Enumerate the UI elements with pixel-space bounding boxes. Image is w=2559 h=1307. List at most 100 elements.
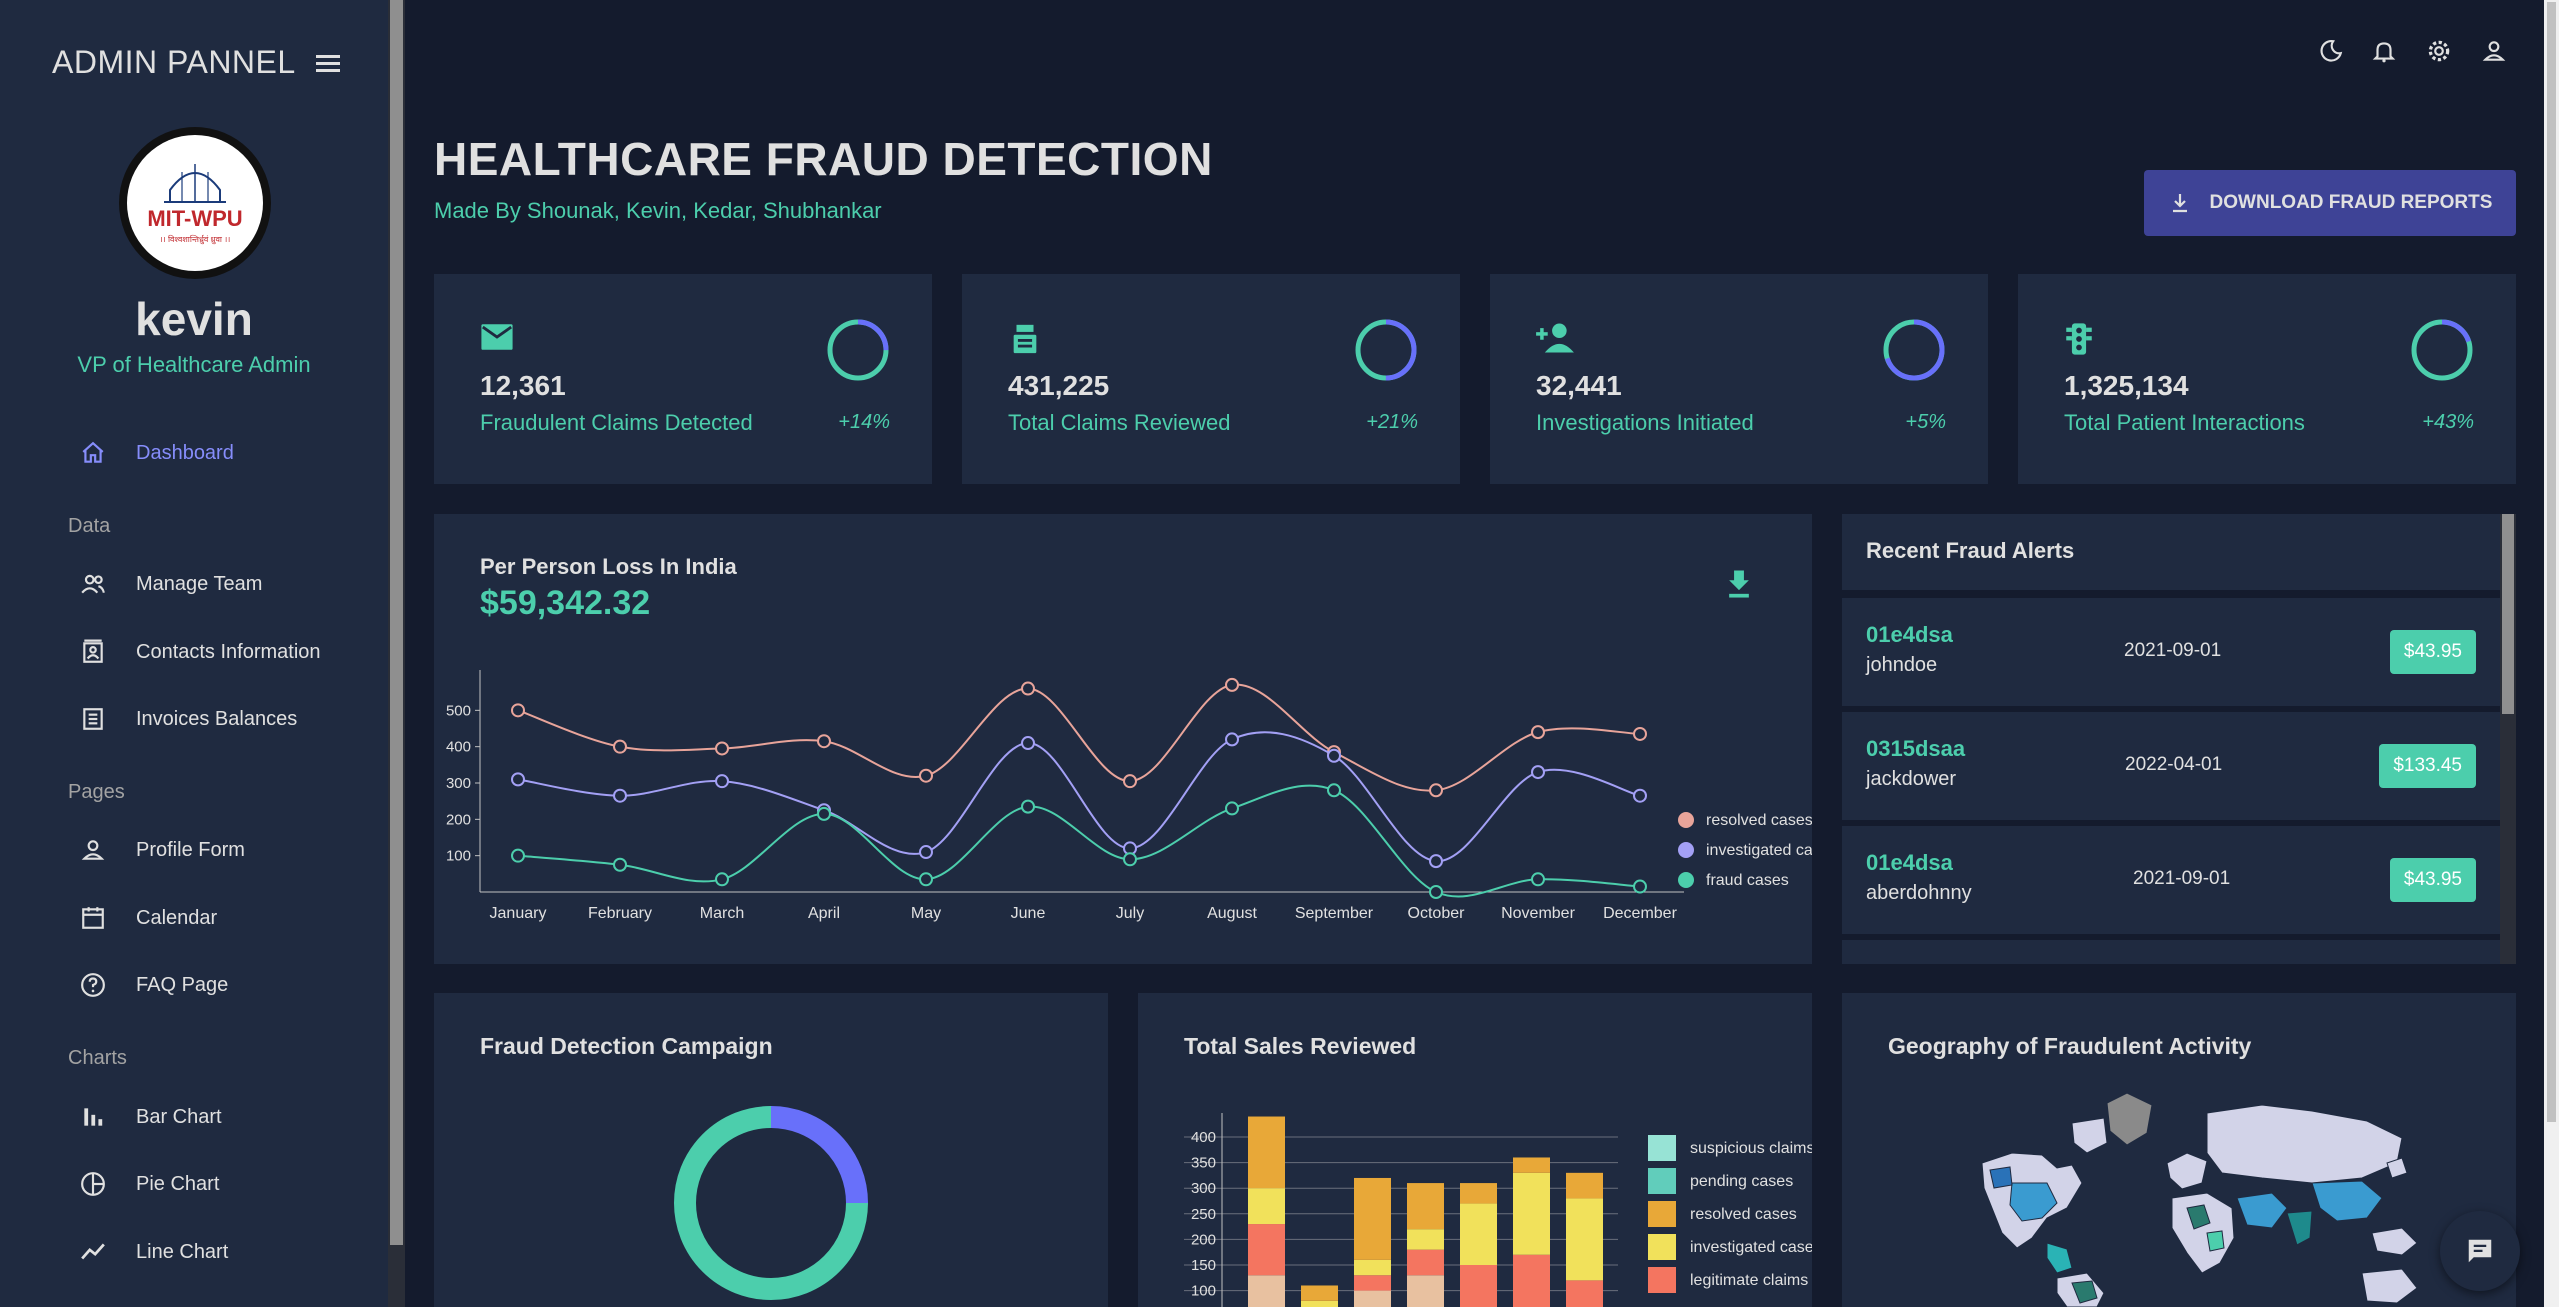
stat-label: Fraudulent Claims Detected	[480, 410, 753, 435]
y-tick-label: 100	[1191, 1283, 1216, 1300]
alert-row	[1842, 940, 2500, 964]
legend-label: investigated cases	[1706, 842, 1812, 859]
stat-increase: +43%	[2422, 411, 2474, 433]
progress-circle	[1355, 319, 1417, 381]
data-point	[817, 806, 831, 821]
chat-icon	[2468, 1239, 2492, 1263]
data-point	[511, 703, 525, 718]
help-icon	[78, 970, 108, 1000]
map-region-china	[2311, 1180, 2383, 1222]
data-point	[715, 872, 729, 887]
stat-value: 32,441	[1536, 370, 1622, 401]
settings-icon[interactable]	[2423, 35, 2455, 67]
sidebar-item-label: Contacts Information	[136, 640, 321, 663]
x-tick-label: January	[490, 905, 547, 922]
legend-label: resolved cases	[1690, 1206, 1797, 1223]
notifications-icon[interactable]	[2368, 35, 2400, 67]
sidebar-item-contacts[interactable]: Contacts Information	[78, 637, 321, 667]
y-tick-label: 100	[446, 848, 471, 865]
alert-user: johndoe	[1866, 654, 1938, 676]
sidebar-item-dashboard[interactable]: Dashboard	[78, 438, 234, 468]
bar-segment	[1354, 1275, 1391, 1291]
bar-segment	[1248, 1116, 1285, 1189]
alert-user: jackdower	[1866, 768, 1957, 790]
stat-card-patient-interactions: 1,325,134 Total Patient Interactions +43…	[2018, 274, 2516, 484]
profile-icon[interactable]	[2478, 35, 2510, 67]
bar-segment	[1407, 1229, 1444, 1250]
bar-segment	[1248, 1188, 1285, 1225]
contacts-icon	[78, 637, 108, 667]
campaign-panel: Fraud Detection Campaign	[434, 993, 1108, 1307]
data-point	[1123, 774, 1137, 789]
logo: MIT-WPU ।। विश्वशान्तिर्ध्रुवं ध्रुवा ।।	[119, 127, 271, 279]
legend-label: resolved cases	[1706, 812, 1812, 829]
data-point	[1327, 783, 1341, 798]
legend-swatch	[1648, 1201, 1676, 1227]
calendar-icon	[78, 903, 108, 933]
traffic-icon	[2064, 322, 2094, 361]
data-point	[1531, 725, 1545, 740]
stat-value: 12,361	[480, 370, 566, 401]
sidebar-item-invoices[interactable]: Invoices Balances	[78, 704, 297, 734]
alerts-scrollbar[interactable]	[2500, 514, 2516, 964]
dark-mode-icon[interactable]	[2315, 35, 2347, 67]
bar-segment	[1407, 1275, 1444, 1307]
stat-label: Total Patient Interactions	[2064, 410, 2305, 435]
sidebar-scrollbar[interactable]	[388, 0, 405, 1307]
pie-chart-icon	[78, 1169, 108, 1199]
map-region-middle-east	[2236, 1192, 2288, 1229]
bar-segment	[1407, 1183, 1444, 1230]
sidebar-item-manage-team[interactable]: Manage Team	[78, 569, 262, 599]
data-point	[817, 734, 831, 749]
x-tick-label: February	[588, 905, 652, 922]
x-tick-label: May	[911, 905, 941, 922]
data-point	[1633, 879, 1647, 894]
bar-segment	[1354, 1259, 1391, 1276]
sidebar-item-label: Line Chart	[136, 1240, 229, 1263]
page-title: HEALTHCARE FRAUD DETECTION	[434, 133, 1213, 185]
stat-increase: +21%	[1366, 411, 1418, 433]
sales-panel: Total Sales Reviewed 100 150 200 250 300 350 4…	[1138, 993, 1812, 1307]
download-reports-button[interactable]: DOWNLOAD FRAUD REPORTS	[2144, 170, 2516, 236]
world-map	[1981, 1092, 2418, 1307]
alerts-header: Recent Fraud Alerts	[1842, 514, 2500, 590]
map-region-europe	[2166, 1152, 2208, 1190]
sidebar-item-pie-chart[interactable]: Pie Chart	[78, 1169, 219, 1199]
alert-cost-badge: $43.95	[2389, 858, 2476, 902]
data-point	[613, 857, 627, 872]
line-chart-panel: Per Person Loss In India $59,342.32 100 2…	[434, 514, 1812, 964]
bar-segment	[1566, 1172, 1603, 1199]
chat-button[interactable]	[2440, 1211, 2520, 1291]
menu-icon[interactable]	[315, 53, 342, 73]
data-point	[1429, 854, 1443, 869]
legend-label: legitimate claims	[1690, 1272, 1808, 1289]
sidebar-item-calendar[interactable]: Calendar	[78, 903, 217, 933]
download-icon	[2172, 194, 2187, 213]
sidebar-item-line-chart[interactable]: Line Chart	[78, 1237, 228, 1267]
data-point	[1021, 799, 1035, 814]
stat-label: Investigations Initiated	[1536, 410, 1754, 435]
x-tick-label: June	[1011, 905, 1046, 922]
sidebar-title: ADMIN PANNEL	[52, 44, 296, 80]
data-point	[715, 741, 729, 756]
person-icon	[78, 835, 108, 865]
data-point	[1633, 726, 1647, 741]
sales-bar-chart: 100 150 200 250 300 350 400 suspicious claims pe…	[1184, 1113, 1812, 1307]
sidebar-item-faq[interactable]: FAQ Page	[78, 970, 228, 1000]
sidebar-item-label: FAQ Page	[136, 973, 229, 996]
y-tick-label: 400	[1191, 1129, 1216, 1146]
page-scrollbar[interactable]	[2544, 0, 2559, 1307]
sidebar-item-profile-form[interactable]: Profile Form	[78, 835, 245, 865]
bar-segment	[1248, 1224, 1285, 1276]
alert-cost-badge: $133.45	[2379, 744, 2476, 788]
y-tick-label: 500	[446, 702, 471, 719]
sidebar-item-bar-chart[interactable]: Bar Chart	[78, 1102, 222, 1132]
map-region-southeast-asia	[2371, 1227, 2418, 1256]
stat-card-claims-reviewed: 431,225 Total Claims Reviewed +21%	[962, 274, 1460, 484]
map-region-india	[2286, 1210, 2313, 1246]
email-icon	[480, 322, 514, 357]
nav-section-data: Data	[68, 515, 111, 537]
alert-tx-id: 01e4dsa	[1866, 850, 1953, 875]
x-tick-label: April	[808, 905, 840, 922]
data-point	[511, 772, 525, 787]
